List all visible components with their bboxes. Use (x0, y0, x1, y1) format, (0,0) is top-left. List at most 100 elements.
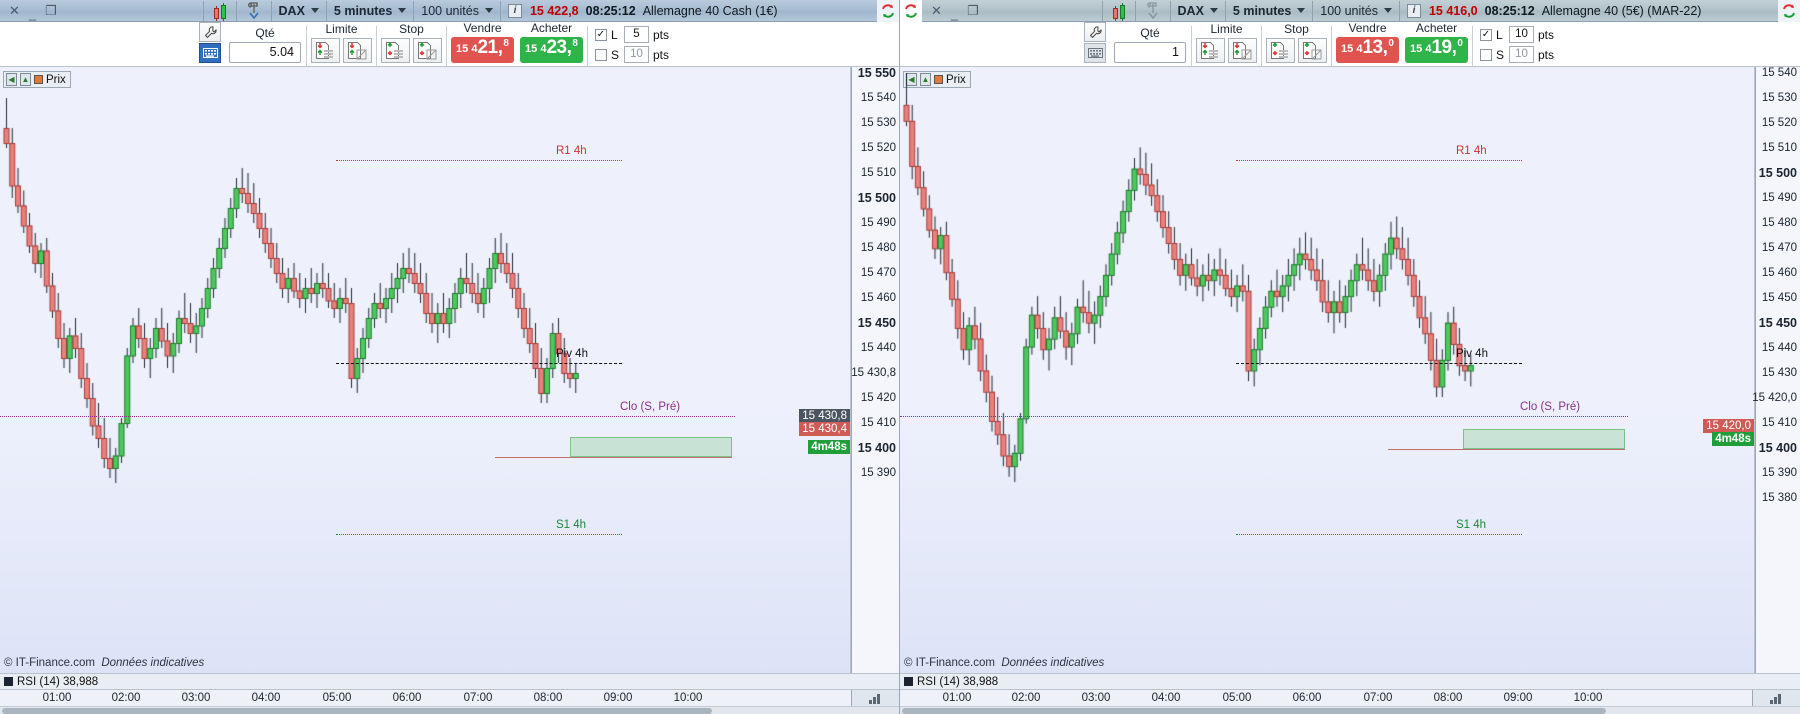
price-plot-left[interactable]: ◀ ▲ Prix R1 4hPiv 4hS1 4hClo (S, Pré)15 … (0, 67, 851, 673)
magnet-tool-button[interactable] (1136, 0, 1170, 22)
keyboard-button[interactable] (199, 43, 221, 63)
level-line-r1-4h[interactable] (1236, 160, 1522, 161)
level-line-piv-4h[interactable] (1236, 363, 1522, 364)
units-selector-left[interactable]: 100 unités (414, 0, 500, 22)
level-label-r1-4h: R1 4h (1456, 145, 1487, 157)
sell-label: Vendre (463, 21, 502, 35)
symbol-selector-right[interactable]: DAX (1171, 0, 1225, 22)
time-axis-left[interactable]: 01:00 02:00 03:00 04:00 05:00 06:00 07:00 08:00… (0, 689, 899, 707)
candlestick-type-icon[interactable] (204, 0, 236, 22)
buy-price-button[interactable]: 15 4 19 , 0 (1405, 37, 1468, 63)
keyboard-button[interactable] (1084, 43, 1106, 63)
chart-area-right[interactable]: ◀ ▲ Prix R1 4hPiv 4hS1 4hClo (S, Pré)15 … (900, 67, 1800, 673)
order-line[interactable] (495, 457, 732, 458)
minimize-icon[interactable]: _ (951, 7, 958, 20)
close-icon[interactable]: ✕ (9, 4, 20, 17)
last-price-tag[interactable]: 15 420,0 (1703, 419, 1754, 433)
trade-toolbar-right: Qté 1 Limite Stop Vendre 15 4 13 , 0 Ach… (900, 21, 1800, 67)
long-points-input[interactable]: 10 (1509, 26, 1534, 43)
titlebar-time: 08:25:12 (1484, 3, 1535, 18)
timeframe-selector-right[interactable]: 5 minutes (1226, 0, 1312, 22)
refresh-button-left[interactable] (877, 0, 899, 22)
info-icon[interactable]: i (507, 3, 522, 18)
level-line-s1-4h[interactable] (1236, 534, 1522, 535)
horizontal-scrollbar-left[interactable] (0, 706, 899, 714)
countdown-tag[interactable]: 4m48s (808, 440, 850, 454)
stop-sell-button[interactable] (413, 38, 442, 63)
long-points-input[interactable]: 5 (624, 26, 649, 43)
close-price-tag[interactable]: 15 430,8 (799, 409, 850, 423)
refresh-icon (1783, 3, 1795, 18)
long-checkbox[interactable]: ✓ (595, 28, 607, 41)
rsi-indicator-bar-left[interactable]: RSI (14) 38,988 (0, 673, 899, 689)
short-points-input[interactable]: 10 (1509, 46, 1534, 63)
long-checkbox[interactable]: ✓ (1480, 28, 1492, 41)
price-axis-left[interactable]: 15 550 15 540 15 530 15 520 15 510 15 500 15 4… (851, 66, 899, 673)
quantity-input[interactable]: 1 (1114, 42, 1186, 63)
level-line-r1-4h[interactable] (336, 160, 622, 161)
maximize-icon[interactable]: ❐ (967, 4, 979, 17)
stop-buy-button[interactable] (381, 38, 410, 63)
axis-settings-button-right[interactable] (1752, 690, 1800, 707)
quantity-group-left: Qté 5.04 (225, 26, 305, 66)
sell-price-button[interactable]: 15 4 21 , 8 (451, 37, 514, 63)
scrollbar-thumb[interactable] (2, 708, 712, 714)
settings-wrench-button[interactable] (199, 22, 221, 42)
short-points-input[interactable]: 10 (624, 46, 649, 63)
price-axis-right[interactable]: 15 540 15 530 15 520 15 510 15 500 15 490 15 4… (1752, 67, 1800, 673)
chart-area-left[interactable]: ◀ ▲ Prix R1 4hPiv 4hS1 4hClo (S, Pré)15 … (0, 66, 899, 673)
refresh-button-right[interactable] (1778, 0, 1800, 22)
chevron-down-icon (1297, 8, 1306, 13)
stop-sell-button[interactable] (1298, 38, 1327, 63)
short-checkbox[interactable] (595, 48, 607, 61)
limit-buy-button[interactable] (311, 38, 340, 63)
price-tick: 15 460 (1761, 267, 1797, 279)
limit-sell-button[interactable] (1228, 38, 1257, 63)
keyboard-icon (1087, 48, 1103, 58)
settings-wrench-button[interactable] (1084, 22, 1106, 42)
info-icon[interactable]: i (1406, 3, 1421, 18)
price-plot-right[interactable]: ◀ ▲ Prix R1 4hPiv 4hS1 4hClo (S, Pré)15 … (900, 67, 1755, 673)
level-line-piv-4h[interactable] (336, 363, 622, 364)
short-checkbox[interactable] (1480, 48, 1492, 61)
maximize-icon[interactable]: ❐ (45, 4, 57, 17)
minimize-icon[interactable]: _ (29, 7, 36, 20)
last-price-tag[interactable]: 15 430,4 (799, 422, 850, 436)
price-tick: 15 550 (857, 66, 896, 80)
symbol-label: DAX (278, 3, 305, 18)
magnet-tool-button[interactable] (237, 0, 271, 22)
refresh-button-right-left[interactable] (900, 0, 922, 22)
long-label: L (611, 27, 618, 42)
symbol-selector-left[interactable]: DAX (272, 0, 326, 22)
quantity-input[interactable]: 5.04 (229, 42, 301, 63)
price-tick: 15 500 (1758, 166, 1797, 180)
buy-price-button[interactable]: 15 4 23 , 8 (520, 37, 583, 63)
level-line-clo-s-pre[interactable] (0, 416, 735, 417)
position-band[interactable] (570, 437, 732, 457)
refresh-icon (882, 3, 894, 18)
stop-buy-button[interactable] (1266, 38, 1295, 63)
position-band[interactable] (1463, 429, 1625, 449)
limit-buy-icon (316, 42, 333, 59)
time-tick: 05:00 (1222, 692, 1252, 704)
time-tick: 01:00 (42, 692, 72, 704)
level-line-s1-4h[interactable] (336, 534, 622, 535)
sell-price-decimal: 8 (503, 38, 509, 49)
horizontal-scrollbar-right[interactable] (900, 706, 1800, 714)
units-selector-right[interactable]: 100 unités (1313, 0, 1399, 22)
axis-scale-icon (868, 694, 880, 704)
limit-buy-button[interactable] (1196, 38, 1225, 63)
candlestick-type-icon[interactable] (1103, 0, 1135, 22)
level-line-clo-s-pre[interactable] (900, 416, 1628, 417)
scrollbar-thumb[interactable] (902, 708, 1606, 714)
sell-price-button[interactable]: 15 4 13 , 0 (1336, 37, 1399, 63)
order-line[interactable] (1388, 449, 1625, 450)
countdown-tag[interactable]: 4m48s (1712, 432, 1754, 446)
time-axis-right[interactable]: 01:00 02:00 03:00 04:00 05:00 06:00 07:00 08:00… (900, 689, 1800, 707)
axis-settings-button-left[interactable] (851, 690, 899, 707)
timeframe-selector-left[interactable]: 5 minutes (327, 0, 413, 22)
limit-sell-button[interactable] (343, 38, 372, 63)
close-icon[interactable]: ✕ (931, 4, 942, 17)
rsi-indicator-bar-right[interactable]: RSI (14) 38,988 (900, 673, 1800, 689)
quantity-label: Qté (255, 26, 275, 40)
